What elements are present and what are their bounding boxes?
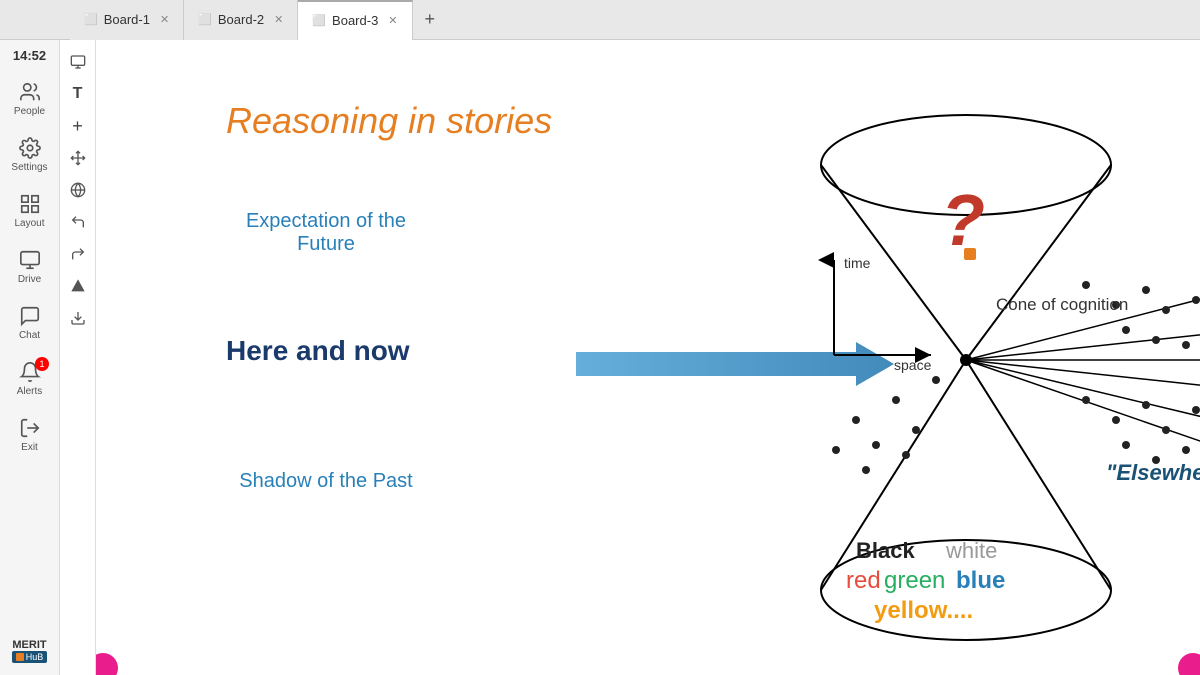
sidebar-item-exit[interactable]: Exit — [0, 407, 59, 463]
canvas-area[interactable]: Reasoning in stories Expectation of the … — [96, 40, 1200, 675]
tab-board2-close[interactable]: ✕ — [274, 13, 283, 26]
merit-hub-brand: MERIT HuB — [12, 639, 48, 663]
chat-icon — [19, 305, 41, 327]
tool-shape[interactable] — [64, 272, 92, 300]
tool-globe[interactable] — [64, 176, 92, 204]
tab-board1[interactable]: ⬜ Board-1 ✕ — [70, 0, 184, 40]
tab-bar: ⬜ Board-1 ✕ ⬜ Board-2 ✕ ⬜ Board-3 ✕ + — [0, 0, 1200, 40]
sidebar-bottom: MERIT HuB — [0, 639, 59, 675]
board1-icon: ⬜ — [84, 13, 98, 26]
svg-text:Black: Black — [856, 538, 915, 563]
elsewhere-text: "Elsewhere" — [1106, 460, 1200, 486]
svg-text:time: time — [844, 255, 871, 271]
svg-text:green: green — [884, 567, 945, 594]
board3-icon: ⬜ — [312, 14, 326, 27]
tool-monitor[interactable] — [64, 48, 92, 76]
layout-label: Layout — [14, 218, 44, 229]
tool-panel: T + — [60, 40, 96, 675]
canvas-title: Reasoning in stories — [226, 100, 552, 142]
exit-label: Exit — [21, 442, 38, 453]
tool-undo[interactable] — [64, 208, 92, 236]
people-label: People — [14, 106, 45, 117]
svg-text:Cone of cognition: Cone of cognition — [996, 295, 1128, 314]
sidebar-item-chat[interactable]: Chat — [0, 295, 59, 351]
sidebar-item-settings[interactable]: Settings — [0, 127, 59, 183]
expectation-text: Expectation of the Future — [226, 210, 426, 256]
tool-move[interactable] — [64, 144, 92, 172]
svg-text:white: white — [945, 538, 997, 563]
tool-add[interactable]: + — [64, 112, 92, 140]
tab-board2[interactable]: ⬜ Board-2 ✕ — [184, 0, 298, 40]
sidebar-item-drive[interactable]: Drive — [0, 239, 59, 295]
tab-board1-close[interactable]: ✕ — [160, 13, 169, 26]
cone-diagram: time space Cone of cognition ? Black whi… — [656, 90, 1200, 670]
tool-download[interactable] — [64, 304, 92, 332]
shadow-text: Shadow of the Past — [226, 470, 426, 493]
sidebar-item-layout[interactable]: Layout — [0, 183, 59, 239]
drive-label: Drive — [18, 274, 41, 285]
drive-icon — [19, 249, 41, 271]
layout-icon — [19, 193, 41, 215]
exit-icon — [19, 417, 41, 439]
merit-text: MERIT — [12, 639, 48, 651]
settings-label: Settings — [11, 162, 47, 173]
people-icon — [19, 81, 41, 103]
hub-icon — [16, 653, 24, 661]
tab-board3-label: Board-3 — [332, 13, 378, 28]
sidebar: 14:52 People Settings Layout — [0, 40, 60, 675]
svg-text:space: space — [894, 357, 932, 373]
hub-badge: HuB — [12, 651, 48, 663]
board2-icon: ⬜ — [198, 13, 212, 26]
main-layout: 14:52 People Settings Layout — [0, 40, 1200, 675]
canvas-content: Reasoning in stories Expectation of the … — [96, 40, 1200, 675]
here-now-text: Here and now — [226, 335, 410, 367]
add-tab-button[interactable]: + — [413, 0, 448, 40]
tool-redo[interactable] — [64, 240, 92, 268]
alerts-badge: 1 — [35, 357, 49, 371]
sidebar-item-alerts[interactable]: 1 Alerts — [0, 351, 59, 407]
hub-text: HuB — [26, 652, 44, 662]
svg-text:?: ? — [941, 181, 985, 261]
svg-text:yellow....: yellow.... — [874, 597, 973, 624]
alerts-label: Alerts — [17, 386, 43, 397]
tab-board2-label: Board-2 — [218, 12, 264, 27]
tab-board1-label: Board-1 — [104, 12, 150, 27]
tab-board3[interactable]: ⬜ Board-3 ✕ — [298, 0, 412, 40]
clock: 14:52 — [13, 48, 46, 63]
svg-text:blue: blue — [956, 567, 1005, 594]
sidebar-item-people[interactable]: People — [0, 71, 59, 127]
chat-label: Chat — [19, 330, 40, 341]
tab-board3-close[interactable]: ✕ — [388, 14, 397, 27]
pink-circle-left — [96, 653, 118, 675]
svg-text:red: red — [846, 567, 881, 594]
settings-icon — [19, 137, 41, 159]
tool-text[interactable]: T — [64, 80, 92, 108]
